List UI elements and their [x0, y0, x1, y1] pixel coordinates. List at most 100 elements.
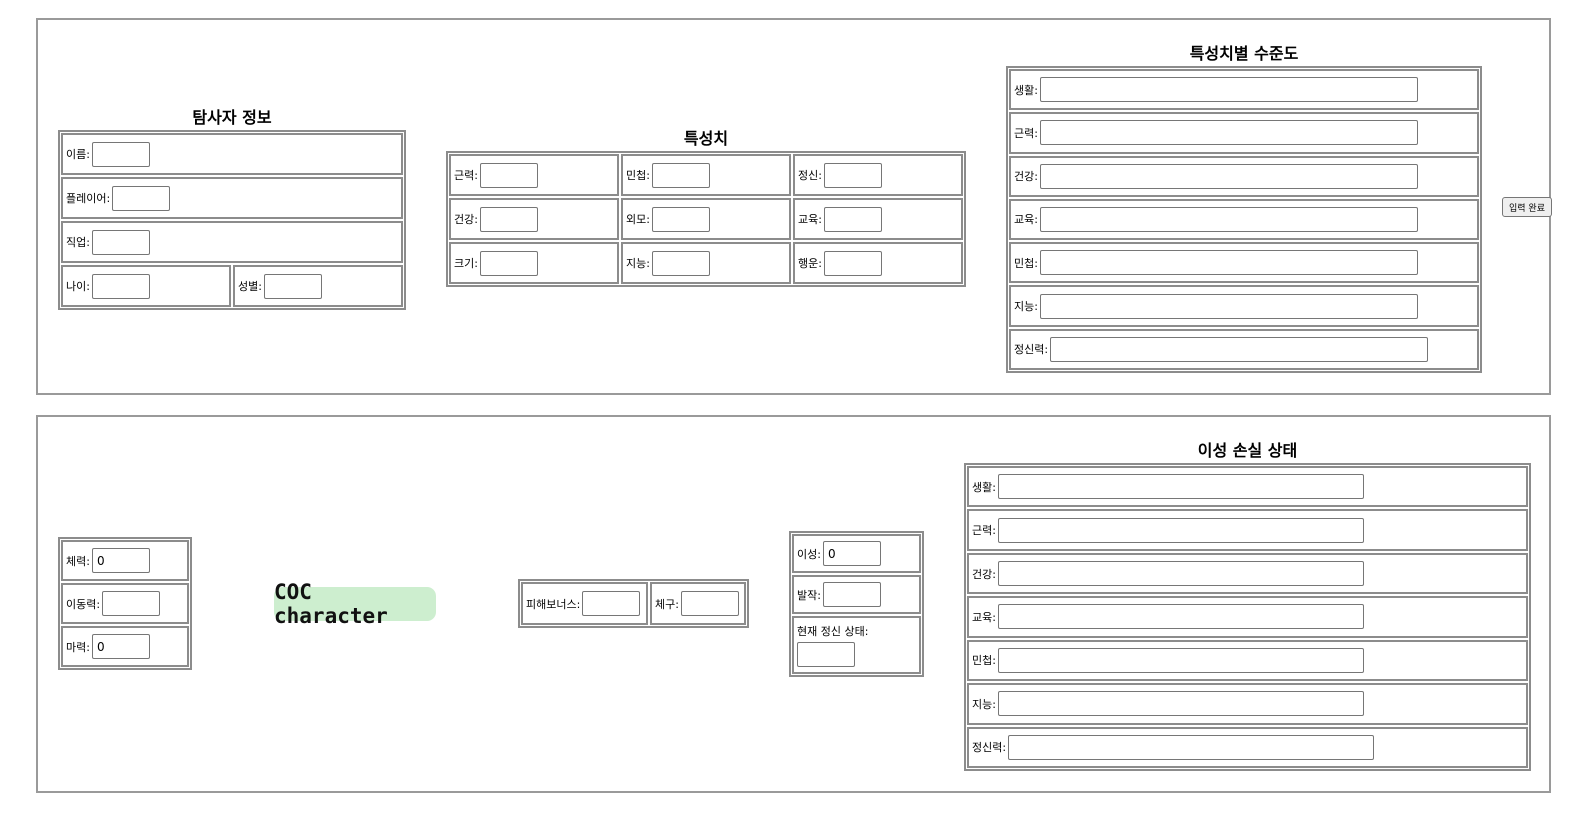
magic-cell: 마력:	[61, 626, 189, 667]
investigator-info-title: 탐사자 정보	[192, 108, 272, 127]
vitals-section: 체력: 이동력: 마력:	[58, 537, 192, 670]
loss-intelligence-input[interactable]	[997, 691, 1364, 717]
loss-living-label: 생활:	[972, 480, 996, 494]
fit-input[interactable]	[822, 582, 881, 607]
loss-sanity-power-cell: 정신력:	[967, 726, 1528, 768]
gender-input[interactable]	[263, 273, 322, 299]
trait-health-input[interactable]	[479, 206, 538, 232]
magic-input[interactable]	[91, 634, 150, 659]
loss-sanity-power-label: 정신력:	[972, 741, 1007, 755]
age-input[interactable]	[91, 273, 150, 299]
gender-label: 성별:	[238, 280, 262, 293]
level-education-input[interactable]	[1039, 206, 1418, 232]
trait-levels-section: 특성치별 수준도 생활: 근력: 건강: 교육: 민첩: 지능: 정신력:	[1006, 40, 1482, 373]
name-input[interactable]	[91, 141, 150, 167]
move-input[interactable]	[102, 591, 161, 616]
trait-strength-cell: 근력:	[449, 154, 619, 196]
level-intelligence-label: 지능:	[1014, 300, 1038, 314]
sanity-section: 이성: 발작: 현재 정신 상태:	[789, 531, 924, 677]
loss-sanity-power-input[interactable]	[1008, 734, 1375, 760]
loss-education-cell: 교육:	[967, 596, 1528, 638]
trait-dexterity-input[interactable]	[651, 162, 710, 188]
loss-health-cell: 건강:	[967, 552, 1528, 595]
trait-luck-cell: 행운:	[793, 242, 963, 284]
hp-label: 체력:	[66, 554, 90, 568]
loss-dexterity-label: 민첩:	[972, 654, 996, 668]
trait-size-label: 크기:	[454, 257, 478, 270]
loss-health-label: 건강:	[972, 567, 996, 581]
sanity-cell: 이성:	[792, 534, 921, 573]
damage-bonus-cell: 피해보너스:	[521, 582, 648, 625]
loss-education-label: 교육:	[972, 610, 996, 624]
trait-appearance-input[interactable]	[651, 206, 710, 232]
player-label: 플레이어:	[66, 192, 111, 205]
level-strength-input[interactable]	[1039, 120, 1418, 146]
level-dexterity-input[interactable]	[1039, 250, 1418, 276]
loss-strength-cell: 근력:	[967, 509, 1528, 551]
job-label: 직업:	[66, 236, 90, 249]
damage-bonus-input[interactable]	[582, 591, 641, 616]
trait-intelligence-label: 지능:	[626, 257, 650, 270]
trait-size-input[interactable]	[479, 250, 538, 276]
job-cell: 직업:	[61, 221, 403, 263]
trait-mind-input[interactable]	[823, 162, 882, 188]
sanity-input[interactable]	[822, 541, 881, 566]
trait-strength-input[interactable]	[479, 162, 538, 188]
investigator-info-section: 탐사자 정보 이름: 플레이어: 직업: 나이: 성별:	[58, 104, 406, 310]
traits-section: 특성치 근력: 민첩: 정신: 건강: 외모: 교육: 크기: 지능: 행운:	[446, 125, 966, 287]
current-state-input[interactable]	[797, 642, 855, 667]
trait-mind-label: 정신:	[798, 169, 822, 182]
loss-dexterity-input[interactable]	[997, 647, 1364, 673]
level-sanity-power-input[interactable]	[1050, 336, 1429, 362]
trait-health-label: 건강:	[454, 213, 478, 226]
trait-education-cell: 교육:	[793, 198, 963, 240]
trait-mind-cell: 정신:	[793, 154, 963, 196]
level-dexterity-cell: 민첩:	[1009, 242, 1479, 284]
job-input[interactable]	[91, 229, 150, 255]
level-intelligence-cell: 지능:	[1009, 285, 1479, 327]
move-label: 이동력:	[66, 597, 101, 611]
level-intelligence-input[interactable]	[1039, 293, 1418, 319]
loss-strength-input[interactable]	[997, 517, 1364, 543]
sanity-loss-section: 이성 손실 상태 생활: 근력: 건강: 교육: 민첩: 지능: 정신력:	[964, 437, 1531, 771]
player-input[interactable]	[112, 185, 171, 211]
age-cell: 나이:	[61, 265, 231, 307]
trait-levels-title: 특성치별 수준도	[1189, 44, 1299, 63]
loss-living-cell: 생활:	[967, 466, 1528, 508]
hp-input[interactable]	[91, 548, 150, 573]
trait-strength-label: 근력:	[454, 169, 478, 182]
loss-intelligence-label: 지능:	[972, 697, 996, 711]
name-label: 이름:	[66, 148, 90, 161]
level-living-label: 생활:	[1014, 83, 1038, 97]
player-cell: 플레이어:	[61, 177, 403, 219]
trait-appearance-cell: 외모:	[621, 198, 791, 240]
level-sanity-power-label: 정신력:	[1014, 343, 1049, 357]
submit-button[interactable]: 입력 완료	[1502, 197, 1552, 217]
level-dexterity-label: 민첩:	[1014, 256, 1038, 270]
level-health-input[interactable]	[1039, 163, 1418, 189]
hp-cell: 체력:	[61, 540, 189, 581]
loss-education-input[interactable]	[997, 604, 1364, 630]
magic-label: 마력:	[66, 640, 90, 654]
loss-health-input[interactable]	[997, 561, 1364, 587]
fit-label: 발작:	[797, 588, 821, 602]
sanity-loss-title: 이성 손실 상태	[1197, 441, 1298, 460]
loss-living-input[interactable]	[997, 474, 1364, 500]
level-living-input[interactable]	[1039, 77, 1418, 103]
level-education-label: 교육:	[1014, 213, 1038, 227]
level-living-cell: 생활:	[1009, 69, 1479, 111]
trait-luck-input[interactable]	[823, 250, 882, 276]
current-state-label: 현재 정신 상태:	[797, 625, 869, 638]
trait-luck-label: 행운:	[798, 257, 822, 270]
level-education-cell: 교육:	[1009, 198, 1479, 241]
loss-strength-label: 근력:	[972, 524, 996, 538]
loss-dexterity-cell: 민첩:	[967, 639, 1528, 682]
trait-intelligence-input[interactable]	[651, 250, 710, 276]
trait-education-input[interactable]	[823, 206, 882, 232]
build-input[interactable]	[680, 591, 739, 616]
gender-cell: 성별:	[233, 265, 403, 307]
age-label: 나이:	[66, 280, 90, 293]
level-sanity-power-cell: 정신력:	[1009, 328, 1479, 370]
trait-education-label: 교육:	[798, 213, 822, 226]
combat-section: 피해보너스: 체구:	[518, 579, 749, 628]
